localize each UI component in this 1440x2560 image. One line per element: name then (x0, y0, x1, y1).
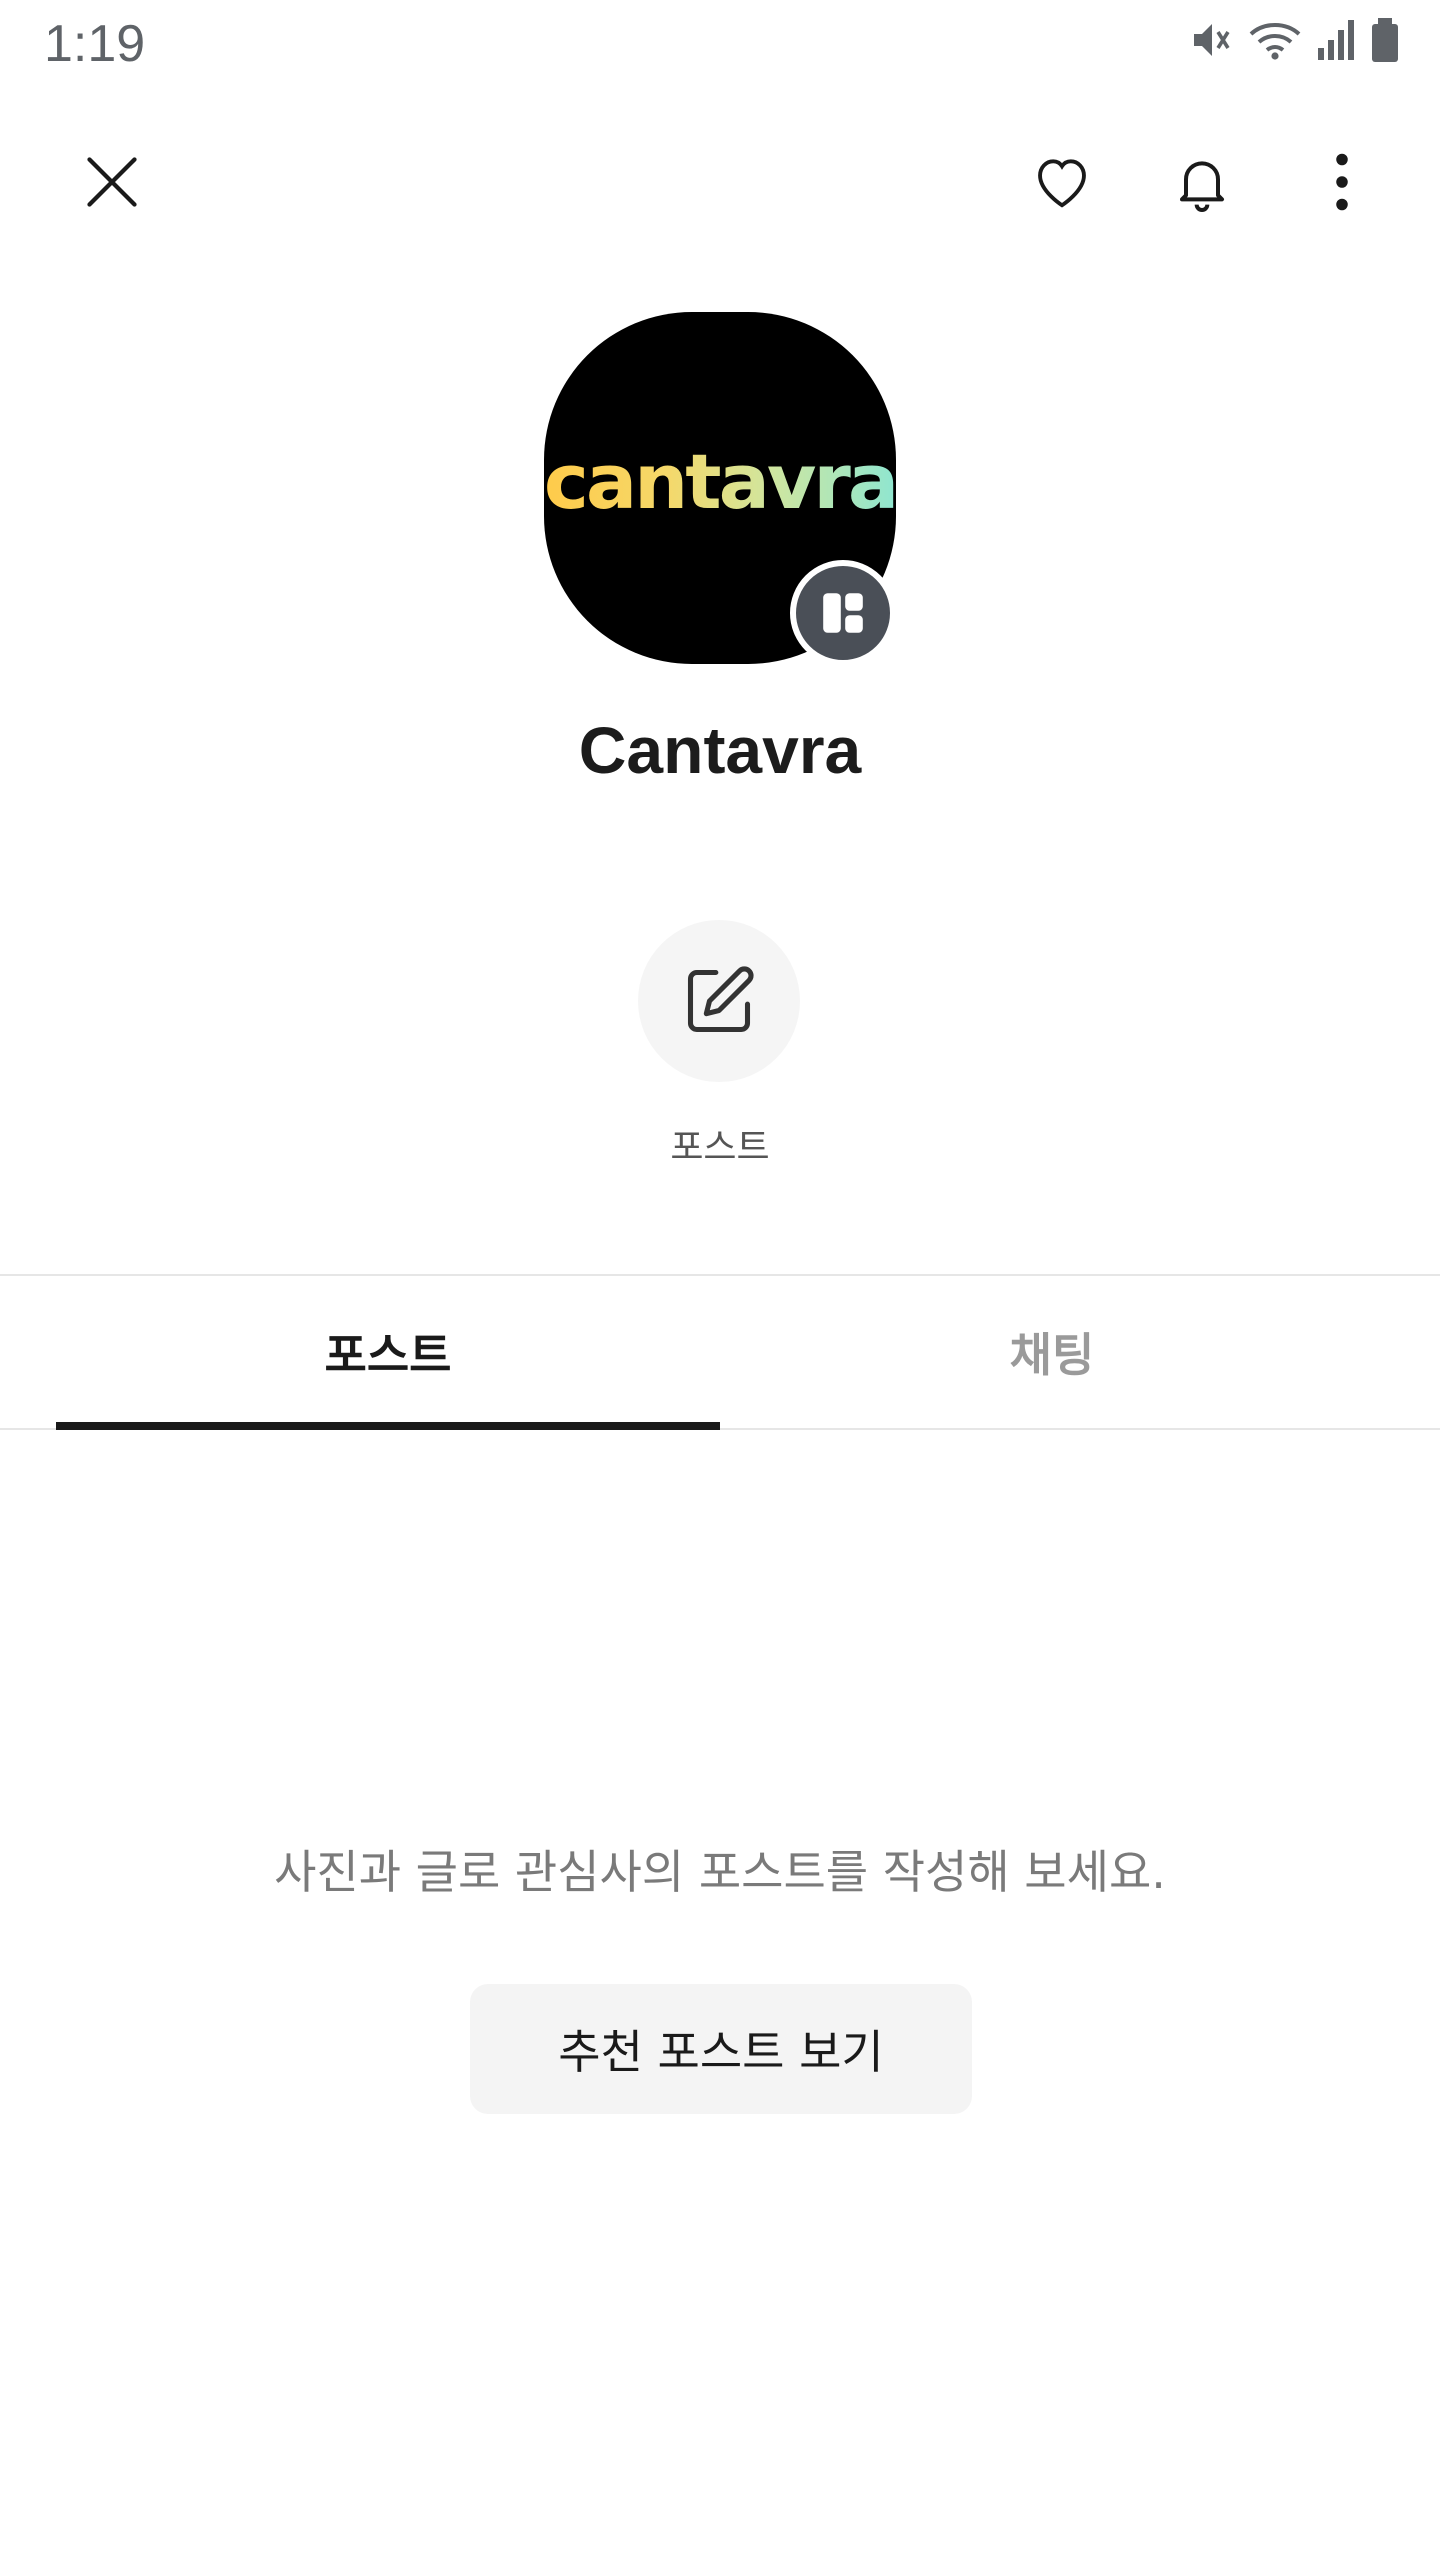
tab-bar: 포스트 채팅 (0, 1276, 1440, 1428)
tab-indicator (56, 1422, 720, 1430)
signal-icon (1316, 16, 1356, 68)
like-button[interactable] (1014, 134, 1110, 230)
more-vert-icon (1336, 153, 1348, 211)
toolbar (0, 120, 1440, 244)
wifi-icon (1248, 16, 1302, 68)
community-badge (790, 560, 896, 666)
bell-icon (1180, 161, 1224, 212)
status-time: 1:19 (44, 15, 146, 73)
write-post-button[interactable] (638, 920, 800, 1082)
mute-icon (1186, 16, 1234, 68)
notification-button[interactable] (1154, 134, 1250, 230)
profile-name: Cantavra (578, 713, 862, 787)
recommended-posts-button[interactable]: 추천 포스트 보기 (470, 1984, 972, 2114)
write-post-label: 포스트 (670, 1127, 770, 1168)
close-icon (87, 157, 137, 207)
status-bar: 1:19 (0, 0, 1440, 84)
profile-logo: cantavra (543, 436, 899, 526)
battery-icon (1370, 16, 1400, 68)
tab-chat[interactable]: 채팅 (720, 1276, 1384, 1428)
tab-posts[interactable]: 포스트 (56, 1276, 720, 1428)
close-button[interactable] (64, 134, 160, 230)
edit-icon (687, 966, 754, 1033)
status-icons (1186, 18, 1400, 66)
more-options-button[interactable] (1294, 134, 1390, 230)
empty-state-message: 사진과 글로 관심사의 포스트를 작성해 보세요. (274, 1845, 1166, 1899)
layout-icon (823, 593, 863, 633)
heart-icon (1038, 159, 1086, 208)
